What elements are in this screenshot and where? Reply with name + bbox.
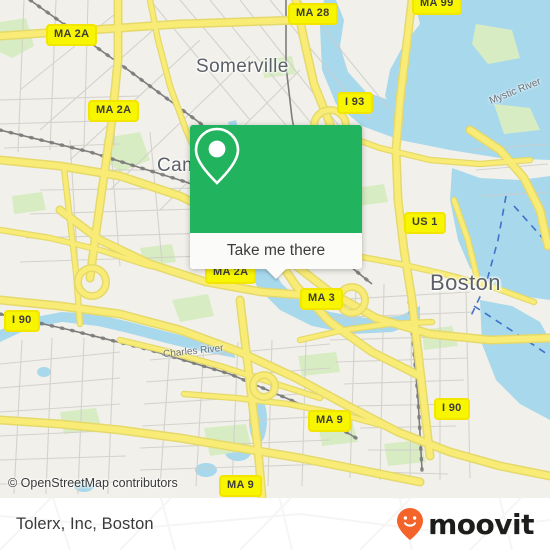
road-shield-us-1: US 1	[404, 212, 446, 234]
callout-pin-area	[190, 125, 362, 233]
road-shield-i-93: I 93	[337, 92, 373, 114]
take-me-there-button[interactable]: Take me there	[190, 233, 362, 269]
map-pin-icon	[194, 127, 240, 185]
road-shield-ma-2a-north: MA 2A	[46, 24, 98, 46]
road-shield-i-90-west: I 90	[4, 310, 40, 332]
road-shield-i-90-east: I 90	[434, 398, 470, 420]
road-shield-ma-99: MA 99	[412, 0, 462, 15]
footer-bar: Tolerx, Inc, Boston moovit	[0, 498, 550, 550]
osm-attribution[interactable]: © OpenStreetMap contributors	[8, 476, 178, 490]
page-title: Tolerx, Inc, Boston	[16, 514, 154, 533]
road-shield-ma-9-south: MA 9	[219, 475, 263, 497]
moovit-smiley-pin-icon	[397, 508, 424, 540]
place-label-somerville: Somerville	[196, 56, 289, 77]
moovit-map-page: Somerville Cambridge Boston Mystic River…	[0, 0, 550, 550]
callout-pointer-tail	[265, 268, 287, 279]
moovit-wordmark: moovit	[428, 507, 534, 541]
road-shield-ma-9-center: MA 9	[308, 410, 352, 432]
map-canvas[interactable]: Somerville Cambridge Boston Mystic River…	[0, 0, 550, 498]
road-shield-ma-28: MA 28	[288, 3, 338, 25]
road-shield-ma-3: MA 3	[300, 288, 344, 310]
moovit-logo[interactable]: moovit	[395, 507, 534, 541]
road-shield-ma-2a-west: MA 2A	[88, 100, 140, 122]
place-label-boston: Boston	[430, 270, 501, 295]
destination-callout-card[interactable]: Take me there	[190, 125, 362, 279]
